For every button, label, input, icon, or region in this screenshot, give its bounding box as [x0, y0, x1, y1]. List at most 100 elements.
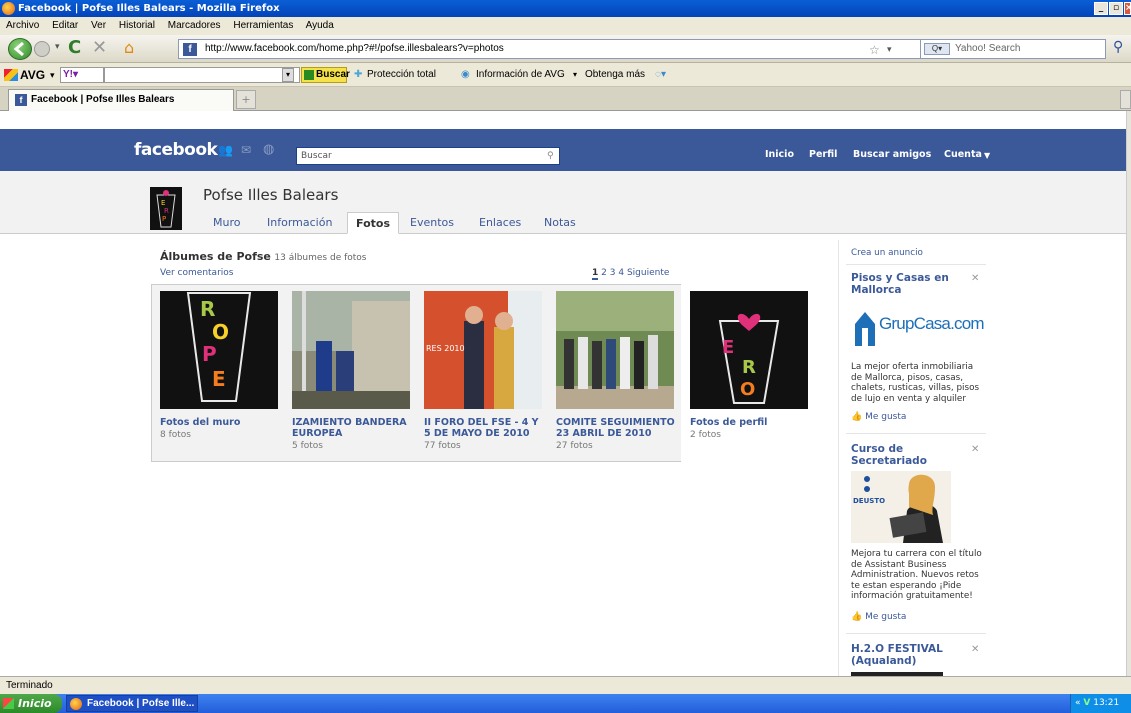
cuenta-dropdown-icon[interactable]: ▼: [984, 151, 990, 160]
start-button[interactable]: Inicio: [0, 694, 62, 713]
page-next[interactable]: Siguiente: [627, 268, 669, 278]
ad-like-label: Me gusta: [865, 412, 907, 422]
history-dropdown-icon[interactable]: ▾: [55, 42, 60, 52]
album-thumbnail[interactable]: E R O: [690, 291, 808, 409]
tab-informacion[interactable]: Información: [259, 212, 340, 234]
avg-tray-icon[interactable]: V: [1083, 698, 1090, 708]
ad-title[interactable]: Curso de Secretariado: [851, 443, 951, 467]
tray-expand-icon[interactable]: «: [1075, 698, 1081, 708]
avg-buscar-button[interactable]: Buscar: [301, 67, 350, 83]
tab-muro[interactable]: Muro: [205, 212, 248, 234]
messages-icon[interactable]: ✉: [241, 143, 251, 157]
ad-like-button[interactable]: 👍 Me gusta: [851, 612, 906, 622]
taskbar-firefox-item[interactable]: Facebook | Pofse Ille...: [66, 695, 198, 712]
home-icon[interactable]: ⌂: [124, 38, 134, 57]
nav-perfil[interactable]: Perfil: [809, 149, 837, 160]
album-title[interactable]: COMITE SEGUIMIENTO 23 ABRIL DE 2010: [556, 417, 676, 439]
taskbar-item-label: Facebook | Pofse Ille...: [87, 698, 195, 709]
reload-icon[interactable]: C: [68, 37, 81, 58]
menu-ver[interactable]: Ver: [91, 20, 106, 31]
fb-search-icon[interactable]: ⚲: [547, 148, 554, 164]
album-thumbnail[interactable]: [556, 291, 674, 409]
tab-enlaces[interactable]: Enlaces: [471, 212, 529, 234]
page-1[interactable]: 1: [592, 268, 599, 280]
obtenga-mas-button[interactable]: Obtenga más: [585, 63, 645, 87]
nav-inicio[interactable]: Inicio: [765, 149, 794, 160]
menu-ayuda[interactable]: Ayuda: [306, 20, 334, 31]
grupcasa-ad-image[interactable]: GrupCasa.com: [851, 304, 985, 354]
url-dropdown-icon[interactable]: ▾: [887, 40, 892, 58]
weather-icon[interactable]: ◌▾: [655, 63, 666, 87]
minimize-button[interactable]: _: [1094, 2, 1108, 15]
menu-editar[interactable]: Editar: [52, 20, 78, 31]
album-thumbnail[interactable]: [292, 291, 410, 409]
info-dropdown-icon[interactable]: ▾: [573, 63, 577, 87]
info-avg-icon: ◉: [461, 69, 470, 80]
album-title[interactable]: IZAMIENTO BANDERA EUROPEA: [292, 417, 412, 439]
ad-title-text: Curso de Secretariado: [851, 443, 927, 467]
menu-herramientas[interactable]: Herramientas: [233, 20, 293, 31]
ver-comentarios-link[interactable]: Ver comentarios: [160, 268, 233, 278]
ad-title[interactable]: Pisos y Casas en Mallorca: [851, 272, 959, 296]
page-2[interactable]: 2: [601, 268, 607, 278]
notifications-globe-icon[interactable]: ◍: [263, 142, 274, 157]
album-title[interactable]: Fotos de perfil: [690, 417, 810, 428]
ad-close-icon[interactable]: ✕: [971, 644, 979, 655]
sidebar-separator: [846, 264, 986, 265]
album-count: 2 fotos: [690, 430, 721, 440]
fb-search-input[interactable]: Buscar ⚲: [296, 147, 560, 165]
crea-anuncio-link[interactable]: Crea un anuncio: [851, 248, 923, 258]
nav-buscar-amigos[interactable]: Buscar amigos: [853, 149, 931, 160]
ad-like-button[interactable]: 👍 Me gusta: [851, 412, 906, 422]
album-thumbnail[interactable]: RES 2010: [424, 291, 542, 409]
bookmark-star-icon[interactable]: ☆: [869, 41, 880, 59]
sidebar-separator: [846, 433, 986, 434]
tab-notas[interactable]: Notas: [536, 212, 584, 234]
system-tray: « V 13:21: [1070, 694, 1131, 713]
yahoo-toolbar-icon[interactable]: Y!▾: [60, 67, 104, 83]
facebook-logo[interactable]: facebook: [134, 140, 218, 160]
album-thumbnail[interactable]: R O P E: [160, 291, 278, 409]
deusto-ad-image[interactable]: DEUSTO: [851, 471, 951, 543]
profile-avatar[interactable]: E R P: [150, 187, 182, 230]
new-tab-button[interactable]: +: [236, 90, 256, 109]
avg-logo-text[interactable]: AVG: [20, 63, 45, 87]
forward-button[interactable]: [34, 41, 50, 57]
ad-close-icon[interactable]: ✕: [971, 444, 979, 455]
search-go-icon[interactable]: ⚲: [1113, 39, 1123, 55]
album-title[interactable]: Fotos del muro: [160, 417, 280, 428]
avg-dropdown-icon[interactable]: ▾: [50, 63, 55, 87]
avg-toolbar: AVG ▾ Y!▾ ▾ Buscar ✚ Protección total ◉ …: [0, 63, 1131, 87]
menu-historial[interactable]: Historial: [119, 20, 155, 31]
menu-marcadores[interactable]: Marcadores: [168, 20, 221, 31]
tab-facebook[interactable]: f Facebook | Pofse Illes Balears: [8, 89, 234, 111]
page-4[interactable]: 4: [618, 268, 624, 278]
url-text: http://www.facebook.com/home.php?#!/pofs…: [205, 43, 504, 54]
back-arrow-icon: [13, 41, 24, 57]
informacion-avg-button[interactable]: Información de AVG: [476, 63, 565, 87]
page-3[interactable]: 3: [610, 268, 616, 278]
close-button[interactable]: ×: [1124, 2, 1131, 15]
europe-glass-icon: E R P: [156, 190, 176, 228]
tab-fotos[interactable]: Fotos: [347, 212, 399, 234]
avg-search-dropdown-icon[interactable]: ▾: [282, 68, 294, 82]
search-engine-icon[interactable]: Q▾: [924, 43, 950, 55]
profile-name[interactable]: Pofse Illes Balears: [203, 186, 338, 204]
window-title: Facebook | Pofse Illes Balears - Mozilla…: [18, 3, 280, 14]
stop-icon[interactable]: ✕: [92, 37, 107, 58]
back-button[interactable]: [8, 38, 32, 60]
tab-list-button[interactable]: [1120, 90, 1131, 109]
ad-close-icon[interactable]: ✕: [971, 273, 979, 284]
maximize-button[interactable]: ▫: [1109, 2, 1123, 15]
avg-search-input[interactable]: [104, 67, 300, 83]
yahoo-search-placeholder: Yahoo! Search: [955, 43, 1021, 54]
tab-eventos[interactable]: Eventos: [402, 212, 462, 234]
page-scrollbar[interactable]: [1126, 111, 1131, 676]
yahoo-search-field[interactable]: Q▾ Yahoo! Search: [920, 39, 1106, 59]
menu-archivo[interactable]: Archivo: [6, 20, 39, 31]
ad-title[interactable]: H.2.O FESTIVAL (Aqualand): [851, 643, 951, 667]
nav-cuenta[interactable]: Cuenta: [944, 149, 982, 160]
album-title[interactable]: II FORO DEL FSE - 4 Y 5 DE MAYO DE 2010: [424, 417, 544, 439]
friend-requests-icon[interactable]: 👥: [218, 143, 233, 157]
proteccion-total-button[interactable]: Protección total: [367, 63, 436, 87]
